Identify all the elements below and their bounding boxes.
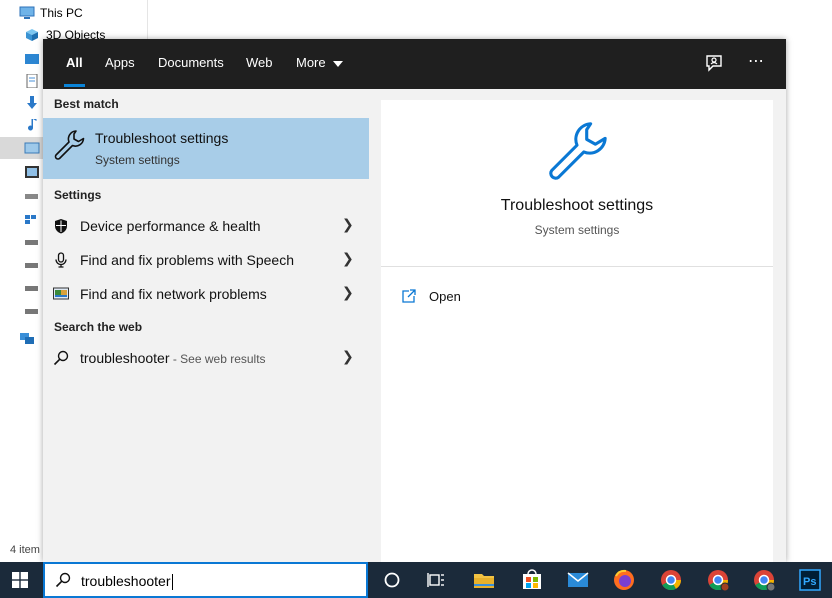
chrome-button[interactable] [659,568,683,592]
nav-item-label: This PC [40,6,83,20]
svg-text:Ps: Ps [803,576,816,588]
windows-drive-icon [24,212,40,226]
firefox-icon [614,569,634,590]
drive-icon [24,281,40,295]
chrome-icon [661,570,682,591]
taskbar: troubleshooter Ps [0,562,832,598]
divider [381,266,773,267]
settings-heading: Settings [54,188,102,202]
settings-result-device-performance[interactable]: Device performance & health ❯ [43,209,369,243]
file-explorer-icon [474,574,494,588]
mail-button[interactable] [566,568,590,592]
chevron-right-icon[interactable]: ❯ [342,348,354,365]
chevron-right-icon[interactable]: ❯ [342,216,354,233]
settings-result-speech[interactable]: Find and fix problems with Speech ❯ [43,243,369,277]
web-search-result[interactable]: troubleshooter - See web results ❯ [43,341,369,375]
chrome-profile-button[interactable] [706,568,730,592]
cortana-icon [384,572,400,588]
task-view-button[interactable] [425,568,449,592]
chevron-right-icon[interactable]: ❯ [342,284,354,301]
best-match-subtitle: System settings [95,153,180,167]
caret-down-icon [333,60,344,67]
taskbar-search-box[interactable]: troubleshooter [43,562,368,598]
search-panel: All Apps Documents Web More ⋯ Best match… [43,39,786,562]
preview-pane: Troubleshoot settings System settings Op… [381,100,773,562]
tab-documents[interactable]: Documents [158,39,224,89]
text-caret [171,574,173,591]
pictures-icon [24,141,40,155]
drive-icon [24,235,40,249]
tab-all[interactable]: All [64,39,85,89]
preview-title: Troubleshoot settings [500,197,654,214]
settings-result-label: Find and fix network problems [80,286,267,302]
open-action[interactable]: Open [401,285,461,307]
web-result-text: troubleshooter - See web results [80,350,266,366]
microphone-icon [55,252,67,268]
search-input-text[interactable]: troubleshooter [81,573,173,591]
mail-icon [567,572,589,587]
file-explorer-button[interactable] [472,568,496,592]
open-icon [402,289,416,303]
drive-icon [24,304,40,318]
download-arrow-icon [24,96,40,110]
windows-start-icon [12,572,28,588]
feedback-icon [706,55,722,72]
feedback-button[interactable] [704,53,726,75]
wrench-icon [54,130,85,160]
web-results-suffix: - See web results [169,352,266,366]
start-button[interactable] [0,562,43,598]
settings-result-label: Find and fix problems with Speech [80,252,294,268]
computer-icon [19,6,35,20]
photoshop-button[interactable]: Ps [798,568,822,592]
photoshop-icon: Ps [799,569,821,591]
video-icon [24,165,40,179]
chevron-right-icon[interactable]: ❯ [342,250,354,267]
chrome-profile-2-icon [754,570,776,592]
chrome-profile-icon [708,570,730,592]
chrome-profile-2-button[interactable] [752,568,776,592]
best-match-title: Troubleshoot settings [95,130,229,146]
more-options-icon: ⋯ [748,53,764,70]
tab-more[interactable]: More [296,39,344,89]
best-match-heading: Best match [54,97,119,111]
more-options-button[interactable]: ⋯ [745,53,767,75]
document-icon [24,73,40,89]
tab-apps[interactable]: Apps [105,39,135,89]
tab-web[interactable]: Web [246,39,273,89]
settings-result-label: Device performance & health [80,218,261,234]
task-view-icon [427,573,444,587]
results-pane: Best match Troubleshoot settings System … [43,89,369,562]
network-icon [19,331,35,345]
best-match-result[interactable]: Troubleshoot settings System settings [43,118,369,179]
search-icon [53,350,69,366]
preview-subtitle: System settings [534,223,620,237]
store-button[interactable] [520,568,544,592]
drive-icon [24,189,40,203]
shield-icon [55,219,67,234]
drive-icon [24,258,40,272]
search-icon [55,572,71,588]
search-input-value: troubleshooter [81,573,171,589]
status-bar-text: 4 item [10,544,40,556]
web-query-text: troubleshooter [80,350,170,366]
network-icon [53,287,69,300]
open-label: Open [429,288,461,304]
tab-more-label: More [296,55,326,70]
store-icon [523,569,541,589]
cortana-button[interactable] [380,568,404,592]
settings-result-network[interactable]: Find and fix network problems ❯ [43,277,369,311]
search-web-heading: Search the web [54,320,143,334]
desktop-icon [24,52,40,66]
music-note-icon [24,118,40,132]
nav-item-this-pc[interactable]: This PC [0,2,147,24]
search-top-bar: All Apps Documents Web More ⋯ [43,39,786,89]
cube-icon [24,28,40,42]
firefox-button[interactable] [612,568,636,592]
wrench-icon [549,122,607,180]
